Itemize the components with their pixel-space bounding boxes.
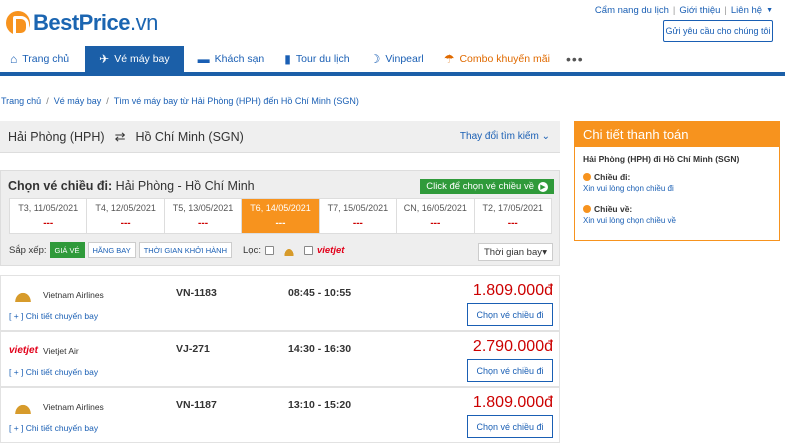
logo-tld: .vn: [130, 10, 158, 35]
flight-row: Vietnam Airlines [ + ] Chi tiết chuyến b…: [0, 275, 560, 331]
filter-row: Lọc: vietjet: [243, 244, 344, 256]
outbound-message: Xin vui lòng chọn chiều đi: [583, 184, 674, 193]
bed-icon: ▬: [197, 52, 210, 66]
contact-link[interactable]: Liên hệ: [731, 5, 762, 16]
flight-details-link[interactable]: [ + ] Chi tiết chuyến bay: [9, 367, 98, 377]
nav-label: Vinpearl: [385, 53, 424, 65]
payment-route: Hải Phòng (HPH) đi Hồ Chí Minh (SGN): [583, 154, 740, 164]
travel-guide-link[interactable]: Cẩm nang du lịch: [595, 5, 669, 16]
airline-name: Vietnam Airlines: [43, 290, 104, 300]
site-header: BestPrice.vn Cẩm nang du lịch | Giới thi…: [0, 0, 785, 46]
logo-mark-icon: [6, 11, 30, 36]
nav-label: Vé máy bay: [114, 53, 170, 65]
breadcrumb-flights[interactable]: Vé máy bay: [54, 96, 102, 106]
top-links: Cẩm nang du lịch | Giới thiệu | Liên hệ …: [594, 5, 773, 16]
chevron-down-icon: ▾: [542, 246, 547, 258]
sort-label: Sắp xếp:: [9, 244, 47, 256]
arrow-right-icon: ▶: [538, 181, 548, 192]
flight-price: 2.790.000đ: [472, 338, 553, 355]
sort-select[interactable]: Thời gian bay ▾: [478, 243, 553, 261]
flight-price: 1.809.000đ: [472, 282, 553, 299]
flight-price: 1.809.000đ: [472, 394, 553, 411]
date-tab-active[interactable]: T6, 14/05/2021 ---: [242, 199, 320, 233]
date-selector: T3, 11/05/2021 --- T4, 12/05/2021 --- T5, …: [9, 198, 552, 234]
home-icon: ⌂: [10, 52, 18, 66]
nav-combo[interactable]: ☂ Combo khuyến mãi: [434, 46, 560, 72]
chevron-down-icon: ⌄: [541, 131, 550, 142]
swap-icon: ⇄: [114, 129, 126, 144]
logo-brand: BestPrice: [33, 10, 131, 35]
flight-time: 08:45 - 10:55: [288, 287, 352, 299]
flight-number: VJ-271: [176, 343, 210, 355]
luggage-icon: ▮: [284, 52, 291, 66]
flight-time: 14:30 - 16:30: [288, 343, 352, 355]
breadcrumb: Trang chủ / Vé máy bay / Tìm vé máy bay …: [1, 96, 359, 106]
nav-label: Tour du lịch: [295, 53, 350, 65]
choose-outbound-button[interactable]: Chọn vé chiều đi: [467, 359, 553, 382]
send-request-button[interactable]: Gửi yêu cầu cho chúng tôi: [663, 20, 773, 42]
flight-details-link[interactable]: [ + ] Chi tiết chuyến bay: [9, 311, 98, 321]
date-tab[interactable]: T5, 13/05/2021 ---: [165, 199, 243, 233]
vietnam-airlines-logo-icon: [11, 400, 35, 414]
vietjet-logo: vietjet: [9, 345, 38, 356]
choose-return-button[interactable]: Click để chọn vé chiều về ▶: [420, 179, 554, 194]
flight-row: Vietnam Airlines [ + ] Chi tiết chuyến b…: [0, 387, 560, 443]
nav-flights[interactable]: ✈ Vé máy bay: [85, 46, 184, 72]
flight-row: vietjet Vietjet Air [ + ] Chi tiết chuyế…: [0, 331, 560, 387]
flight-details-link[interactable]: [ + ] Chi tiết chuyến bay: [9, 423, 98, 433]
beach-icon: ☂: [443, 52, 455, 66]
nav-label: Trang chủ: [22, 53, 70, 65]
route-from: Hải Phòng (HPH): [8, 130, 105, 144]
plane-icon: ✈: [99, 52, 110, 66]
filter-label: Lọc:: [243, 244, 261, 256]
breadcrumb-home[interactable]: Trang chủ: [1, 96, 41, 106]
route-bar: Hải Phòng (HPH) ⇄ Hồ Chí Minh (SGN) Thay…: [0, 121, 560, 153]
bullet-icon: [583, 205, 591, 213]
main-nav: ⌂ Trang chủ ✈ Vé máy bay ▬ Khách sạn ▮ T…: [0, 46, 785, 76]
route-to: Hồ Chí Minh (SGN): [135, 130, 244, 144]
date-tab[interactable]: CN, 16/05/2021 ---: [397, 199, 475, 233]
vietnam-airlines-logo-icon: [11, 288, 35, 302]
payment-title: Chi tiết thanh toán: [575, 122, 779, 147]
breadcrumb-current[interactable]: Tìm vé máy bay từ Hải Phòng (HPH) đến Hồ…: [114, 96, 359, 106]
sort-departure-button[interactable]: THỜI GIAN KHỞI HÀNH: [138, 242, 233, 258]
sort-airline-button[interactable]: HÃNG BAY: [87, 242, 136, 258]
date-tab[interactable]: T3, 11/05/2021 ---: [10, 199, 88, 233]
nav-home[interactable]: ⌂ Trang chủ: [0, 46, 79, 72]
nav-vinpearl[interactable]: ☽ Vinpearl: [360, 46, 434, 72]
nav-hotels[interactable]: ▬ Khách sạn: [188, 46, 275, 72]
nav-label: Combo khuyến mãi: [459, 53, 550, 65]
flight-number: VN-1183: [176, 287, 217, 299]
choose-ticket-panel: Chọn vé chiều đi: Hải Phòng - Hồ Chí Min…: [0, 170, 560, 266]
vinpearl-icon: ☽: [369, 52, 381, 66]
chevron-down-icon: ▼: [766, 7, 773, 14]
flight-number: VN-1187: [176, 399, 217, 411]
filter-vietjet-checkbox[interactable]: [303, 245, 313, 255]
filter-vna-checkbox[interactable]: [264, 245, 274, 255]
nav-label: Khách sạn: [214, 53, 265, 65]
sort-row: Sắp xếp: GIÁ VÉ HÃNG BAY THỜI GIAN KHỞI …: [9, 242, 233, 258]
flight-time: 13:10 - 15:20: [288, 399, 352, 411]
about-link[interactable]: Giới thiệu: [679, 5, 720, 16]
choose-title: Chọn vé chiều đi: Hải Phòng - Hồ Chí Min…: [8, 179, 255, 193]
airline-name: Vietjet Air: [43, 346, 79, 356]
change-search-link[interactable]: Thay đổi tìm kiếm ⌄: [460, 131, 550, 142]
date-tab[interactable]: T2, 17/05/2021 ---: [475, 199, 551, 233]
airline-name: Vietnam Airlines: [43, 402, 104, 412]
choose-outbound-button[interactable]: Chọn vé chiều đi: [467, 415, 553, 438]
sort-price-button[interactable]: GIÁ VÉ: [49, 242, 85, 258]
nav-tours[interactable]: ▮ Tour du lịch: [274, 46, 359, 72]
logo[interactable]: BestPrice.vn: [6, 10, 158, 36]
date-tab[interactable]: T4, 12/05/2021 ---: [87, 199, 165, 233]
return-message: Xin vui lòng chọn chiều về: [583, 216, 676, 225]
outbound-label: Chiều đi:: [583, 172, 630, 182]
payment-details-panel: Chi tiết thanh toán Hải Phòng (HPH) đi H…: [574, 121, 780, 241]
vietjet-logo: vietjet: [316, 244, 345, 256]
bullet-icon: [583, 173, 591, 181]
more-menu-icon[interactable]: •••: [560, 46, 590, 72]
date-tab[interactable]: T7, 15/05/2021 ---: [320, 199, 398, 233]
vietnam-airlines-logo-icon: [278, 244, 300, 256]
return-label: Chiều về:: [583, 204, 632, 214]
choose-outbound-button[interactable]: Chọn vé chiều đi: [467, 303, 553, 326]
